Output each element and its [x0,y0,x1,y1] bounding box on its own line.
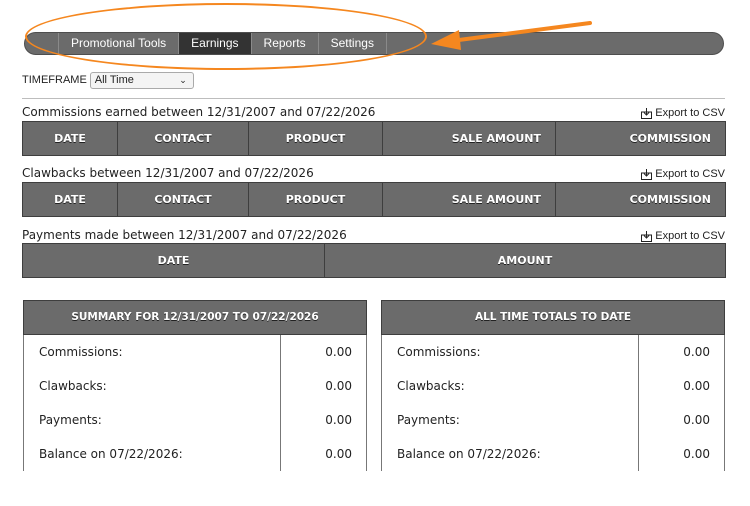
payments-export-link[interactable]: Export to CSV [641,230,725,242]
export-label: Export to CSV [655,230,725,242]
commissions-export-link[interactable]: Export to CSV [641,107,725,119]
column-header-product[interactable]: PRODUCT [248,182,383,217]
commissions-table: DATE CONTACT PRODUCT SALE AMOUNT COMMISS… [22,121,726,156]
summary-title: SUMMARY FOR 12/31/2007 TO 07/22/2026 [23,300,367,335]
payments-title: Payments made between 12/31/2007 and 07/… [22,228,347,242]
download-icon [641,168,653,180]
timeframe-selected-value: All Time [94,73,134,86]
clawbacks-export-link[interactable]: Export to CSV [641,168,725,180]
summary-label: Balance on 07/22/2026: [24,437,281,471]
export-label: Export to CSV [655,168,725,180]
column-header-date[interactable]: DATE [22,121,118,156]
totals-label: Commissions: [382,335,639,369]
timeframe-label: TIMEFRAME [22,74,87,86]
clawbacks-title: Clawbacks between 12/31/2007 and 07/22/2… [22,166,314,180]
column-header-contact[interactable]: CONTACT [117,182,249,217]
export-label: Export to CSV [655,107,725,119]
summary-value: 0.00 [325,413,352,427]
table-header-row: DATE CONTACT PRODUCT SALE AMOUNT COMMISS… [22,121,726,156]
column-header-commission[interactable]: COMMISSION [555,182,726,217]
table-header-row: DATE AMOUNT [22,243,726,278]
column-header-sale-amount[interactable]: SALE AMOUNT [382,182,556,217]
totals-label: Balance on 07/22/2026: [382,437,639,471]
totals-value: 0.00 [683,413,710,427]
totals-row: Clawbacks: 0.00 [381,369,725,403]
summary-row: Payments: 0.00 [23,403,367,437]
column-header-contact[interactable]: CONTACT [117,121,249,156]
column-header-commission[interactable]: COMMISSION [555,121,726,156]
clawbacks-table: DATE CONTACT PRODUCT SALE AMOUNT COMMISS… [22,182,726,217]
summary-label: Payments: [24,403,281,437]
column-header-date[interactable]: DATE [22,243,325,278]
column-header-date[interactable]: DATE [22,182,118,217]
totals-row: Commissions: 0.00 [381,335,725,369]
summary-value: 0.00 [325,379,352,393]
timeframe-control: TIMEFRAME All Time ⌄ [22,71,194,89]
payments-table: DATE AMOUNT [22,243,726,278]
totals-value: 0.00 [683,345,710,359]
download-icon [641,230,653,242]
totals-row: Balance on 07/22/2026: 0.00 [381,437,725,471]
download-icon [641,107,653,119]
summary-label: Clawbacks: [24,369,281,403]
summary-label: Commissions: [24,335,281,369]
totals-value: 0.00 [683,379,710,393]
timeframe-select[interactable]: All Time ⌄ [89,71,194,89]
summary-panel: SUMMARY FOR 12/31/2007 TO 07/22/2026 Com… [23,300,367,471]
totals-label: Clawbacks: [382,369,639,403]
totals-panel: ALL TIME TOTALS TO DATE Commissions: 0.0… [381,300,725,471]
divider [22,98,725,99]
annotation-ellipse [25,3,427,70]
chevron-down-icon: ⌄ [179,74,187,85]
column-header-amount[interactable]: AMOUNT [324,243,726,278]
summary-row: Balance on 07/22/2026: 0.00 [23,437,367,471]
summary-value: 0.00 [325,447,352,461]
summary-value: 0.00 [325,345,352,359]
totals-row: Payments: 0.00 [381,403,725,437]
summary-row: Clawbacks: 0.00 [23,369,367,403]
totals-label: Payments: [382,403,639,437]
column-header-sale-amount[interactable]: SALE AMOUNT [382,121,556,156]
column-header-product[interactable]: PRODUCT [248,121,383,156]
summary-row: Commissions: 0.00 [23,335,367,369]
totals-value: 0.00 [683,447,710,461]
totals-title: ALL TIME TOTALS TO DATE [381,300,725,335]
table-header-row: DATE CONTACT PRODUCT SALE AMOUNT COMMISS… [22,182,726,217]
commissions-title: Commissions earned between 12/31/2007 an… [22,105,376,119]
annotation-arrow-icon [431,21,592,50]
